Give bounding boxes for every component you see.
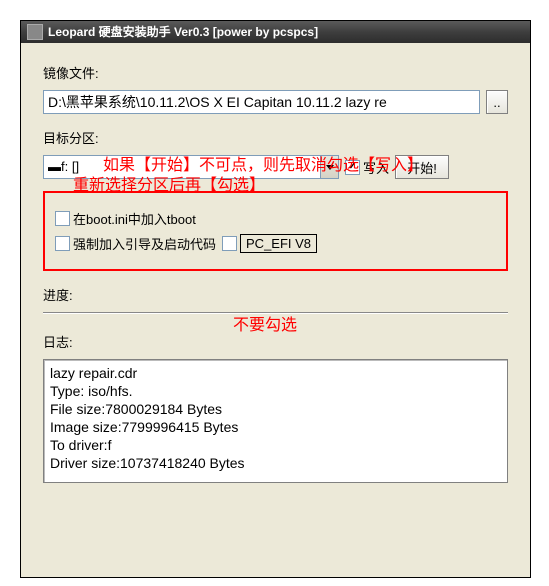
browse-button[interactable]: .. [486,90,508,114]
log-label: 日志: [43,335,73,350]
force-checkbox-box[interactable] [55,236,70,251]
app-icon [27,24,43,40]
title-bar[interactable]: Leopard 硬盘安装助手 Ver0.3 [power by pcspcs] [21,21,530,43]
progress-label: 进度: [43,288,73,303]
window-title: Leopard 硬盘安装助手 Ver0.3 [power by pcspcs] [48,21,318,43]
tboot-checkbox-box[interactable] [55,211,70,226]
log-textarea[interactable]: lazy repair.cdr Type: iso/hfs. File size… [43,359,508,483]
tboot-checkbox-label: 在boot.ini中加入tboot [73,209,196,228]
pcefi-checkbox-box[interactable] [222,236,237,251]
tboot-checkbox[interactable]: 在boot.ini中加入tboot [55,209,196,228]
target-partition-combo[interactable]: ▬f: [] [43,155,339,179]
pcefi-checkbox[interactable]: PC_EFI V8 [222,234,317,253]
progress-separator [43,312,508,314]
target-partition-label: 目标分区: [43,131,99,146]
write-checkbox-box[interactable] [345,160,360,175]
force-checkbox[interactable]: 强制加入引导及启动代码 [55,234,216,253]
chevron-down-icon[interactable] [320,156,338,178]
pcefi-checkbox-label: PC_EFI V8 [240,234,317,253]
image-file-input[interactable]: D:\黑苹果系统\10.11.2\OS X EI Capitan 10.11.2… [43,90,480,114]
combo-value: ▬f: [] [44,156,320,178]
write-checkbox[interactable]: 写入 [345,158,389,177]
start-button[interactable]: 开始! [395,155,449,179]
client-area: 镜像文件: D:\黑苹果系统\10.11.2\OS X EI Capitan 1… [21,43,530,493]
options-group: 在boot.ini中加入tboot 强制加入引导及启动代码 PC_EFI V8 [43,191,508,271]
image-file-label: 镜像文件: [43,66,99,81]
write-checkbox-label: 写入 [363,158,389,177]
force-checkbox-label: 强制加入引导及启动代码 [73,234,216,253]
app-window: Leopard 硬盘安装助手 Ver0.3 [power by pcspcs] … [20,20,531,578]
